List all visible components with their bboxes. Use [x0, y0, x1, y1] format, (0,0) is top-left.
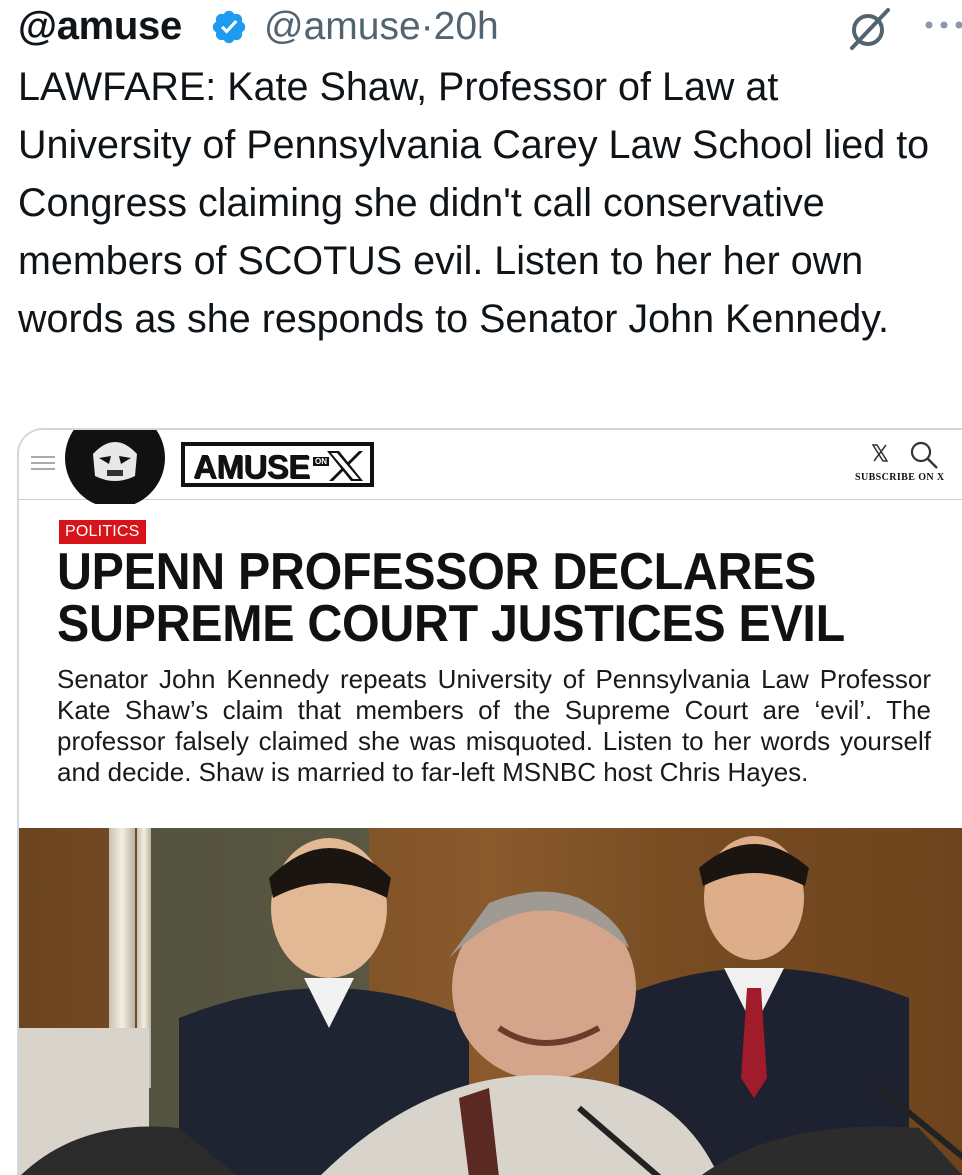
headline-line-2: SUPREME COURT JUSTICES EVIL — [57, 595, 845, 653]
media-card[interactable]: AMUSE ON SUBSCRIBE ON X POLITICS UPENN P… — [17, 428, 962, 1175]
subscribe-label[interactable]: SUBSCRIBE ON X — [855, 472, 962, 483]
display-name[interactable]: @amuse — [18, 4, 182, 49]
stormtrooper-logo-icon — [65, 430, 165, 504]
category-badge: POLITICS — [59, 520, 146, 544]
article-headline: UPENN PROFESSOR DECLARES SUPREME COURT J… — [57, 546, 894, 650]
separator-dot: · — [420, 5, 434, 48]
more-options-icon[interactable] — [922, 18, 962, 32]
headline-line-1: UPENN PROFESSOR DECLARES — [57, 543, 817, 601]
tweet-header: @amuse @amuse·20h — [18, 0, 962, 52]
video-still-image[interactable] — [19, 828, 962, 1175]
search-icon[interactable] — [909, 440, 939, 470]
amuse-brand-logo[interactable]: AMUSE ON — [181, 442, 374, 487]
x-logo-icon — [327, 451, 363, 481]
brand-name: AMUSE — [193, 448, 310, 485]
site-header-bar: AMUSE ON SUBSCRIBE ON X — [19, 430, 962, 504]
tweet-handle-time[interactable]: @amuse·20h — [264, 5, 499, 49]
tweet-text: LAWFARE: Kate Shaw, Professor of Law at … — [18, 65, 930, 341]
article-dek: Senator John Kennedy repeats University … — [57, 664, 931, 787]
grok-slash-icon[interactable] — [844, 4, 894, 52]
x-logo-icon[interactable] — [871, 444, 889, 462]
hamburger-menu-icon[interactable] — [31, 456, 55, 470]
hearing-scene-image — [19, 828, 962, 1175]
tweet-handle[interactable]: @amuse — [264, 5, 421, 48]
verified-badge-icon — [212, 10, 246, 44]
tweet-time[interactable]: 20h — [434, 5, 499, 48]
